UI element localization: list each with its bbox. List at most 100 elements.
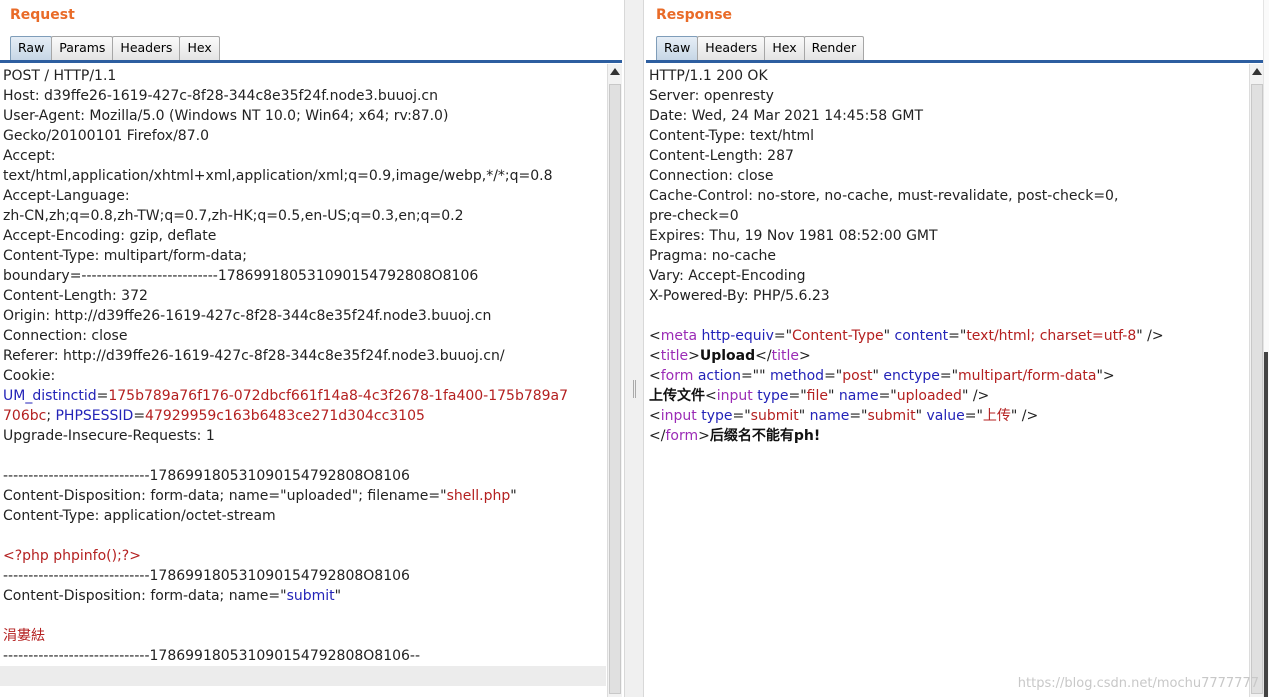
response-scrollbar[interactable] — [1249, 64, 1264, 697]
request-token: 涓婁紶 — [3, 628, 45, 644]
request-line: Content-Length: 372 — [3, 286, 606, 306]
request-token: UM_distinctid — [3, 388, 97, 404]
request-line: Content-Type: multipart/form-data; — [3, 246, 606, 266]
window-edge — [1263, 0, 1269, 697]
response-token: < — [649, 368, 661, 384]
response-token: Content-Length: 287 — [649, 148, 794, 164]
request-scroll-thumb[interactable] — [609, 84, 621, 694]
request-token: Gecko/20100101 Firefox/87.0 — [3, 128, 209, 144]
request-token: Host: d39ffe26-1619-427c-8f28-344c8e35f2… — [3, 88, 438, 104]
response-line: X-Powered-By: PHP/5.6.23 — [649, 286, 1248, 306]
response-line: <form action="" method="post" enctype="m… — [649, 366, 1248, 386]
request-line: Content-Disposition: form-data; name="up… — [3, 486, 606, 506]
response-token: name — [809, 408, 850, 424]
request-line: Referer: http://d39ffe26-1619-427c-8f28-… — [3, 346, 606, 366]
request-token: boundary=---------------------------1786… — [3, 268, 479, 284]
response-token: text/html; charset=utf-8 — [966, 328, 1137, 344]
response-token: pre-check=0 — [649, 208, 739, 224]
request-token: Connection: close — [3, 328, 128, 344]
request-line: POST / HTTP/1.1 — [3, 66, 606, 86]
request-token: submit — [286, 588, 335, 604]
request-line: Content-Disposition: form-data; name="su… — [3, 586, 606, 606]
response-token: method — [770, 368, 825, 384]
response-token: " /> — [1010, 408, 1039, 424]
response-line: Content-Length: 287 — [649, 146, 1248, 166]
response-token: multipart/form-data — [958, 368, 1097, 384]
response-token: submit — [867, 408, 916, 424]
request-token: " — [510, 488, 517, 504]
request-token: Accept: — [3, 148, 56, 164]
request-line: -----------------------------17869918053… — [3, 466, 606, 486]
response-title: Response — [656, 7, 733, 23]
response-token: type — [701, 408, 733, 424]
request-token: Cookie: — [3, 368, 56, 384]
request-scrollbar[interactable] — [607, 64, 622, 697]
request-token: Origin: http://d39ffe26-1619-427c-8f28-3… — [3, 308, 492, 324]
response-token: form — [660, 368, 694, 384]
scroll-up-arrow-icon[interactable] — [1252, 68, 1262, 75]
response-tab-render[interactable]: Render — [803, 36, 865, 60]
response-token: " /> — [1136, 328, 1164, 344]
response-token: Expires: Thu, 19 Nov 1981 08:52:00 GMT — [649, 228, 938, 244]
response-line: <input type="submit" name="submit" value… — [649, 406, 1248, 426]
request-line: Accept-Language: — [3, 186, 606, 206]
request-panel: Request Raw Params Headers Hex POST / HT… — [0, 0, 622, 697]
response-line: pre-check=0 — [649, 206, 1248, 226]
request-tab-headers[interactable]: Headers — [112, 36, 181, 60]
response-text[interactable]: HTTP/1.1 200 OK Server: openresty Date: We… — [646, 64, 1248, 446]
request-tab-params[interactable]: Params — [51, 36, 114, 60]
request-token: Content-Length: 372 — [3, 288, 148, 304]
response-editor[interactable]: HTTP/1.1 200 OK Server: openresty Date: We… — [646, 64, 1248, 697]
response-tab-headers[interactable]: Headers — [697, 36, 766, 60]
response-tab-raw[interactable]: Raw — [656, 36, 699, 60]
panel-splitter[interactable] — [624, 0, 644, 697]
response-token: name — [838, 388, 879, 404]
request-line: Gecko/20100101 Firefox/87.0 — [3, 126, 606, 146]
request-line — [3, 446, 606, 466]
response-line: <title>Upload</title> — [649, 346, 1248, 366]
splitter-grip-icon[interactable] — [633, 380, 636, 398]
response-token: file — [806, 388, 828, 404]
request-token: " — [334, 588, 342, 604]
response-tabs: Raw Headers Hex Render — [656, 36, 865, 60]
request-tab-hex[interactable]: Hex — [179, 36, 220, 60]
request-line: <?php phpinfo();?> — [3, 546, 606, 566]
response-scroll-thumb[interactable] — [1251, 84, 1263, 694]
request-token: shell.php — [446, 488, 511, 504]
request-token: Content-Disposition: form-data; name="up… — [3, 488, 447, 504]
response-line: Server: openresty — [649, 86, 1248, 106]
request-line: 706bc; PHPSESSID=47929959c163b6483ce271d… — [3, 406, 606, 426]
response-line: Content-Type: text/html — [649, 126, 1248, 146]
response-line: Pragma: no-cache — [649, 246, 1248, 266]
response-tab-hex[interactable]: Hex — [764, 36, 805, 60]
response-line: </form>后缀名不能有ph! — [649, 426, 1248, 446]
response-tab-rule — [646, 60, 1264, 63]
request-token: = — [133, 408, 146, 424]
request-line: Content-Type: application/octet-stream — [3, 506, 606, 526]
response-token: " — [798, 408, 810, 424]
request-line: Accept: — [3, 146, 606, 166]
response-token: HTTP/1.1 200 OK — [649, 68, 768, 84]
response-token: uploaded — [896, 388, 962, 404]
request-line — [3, 606, 606, 626]
request-tab-raw[interactable]: Raw — [10, 36, 53, 60]
response-line: Vary: Accept-Encoding — [649, 266, 1248, 286]
response-token: input — [660, 408, 697, 424]
response-token: " — [915, 408, 927, 424]
response-token: form — [665, 428, 699, 444]
response-token: type — [757, 388, 789, 404]
request-line: Host: d39ffe26-1619-427c-8f28-344c8e35f2… — [3, 86, 606, 106]
response-token: Content-Type — [792, 328, 884, 344]
request-token: zh-CN,zh;q=0.8,zh-TW;q=0.7,zh-HK;q=0.5,e… — [3, 208, 464, 224]
response-token: title — [660, 348, 689, 364]
response-line: Date: Wed, 24 Mar 2021 14:45:58 GMT — [649, 106, 1248, 126]
response-line: Expires: Thu, 19 Nov 1981 08:52:00 GMT — [649, 226, 1248, 246]
scroll-up-arrow-icon[interactable] — [610, 68, 620, 75]
request-text[interactable]: POST / HTTP/1.1 Host: d39ffe26-1619-427c-… — [0, 64, 606, 686]
response-token: Vary: Accept-Encoding — [649, 268, 806, 284]
request-line: Cookie: — [3, 366, 606, 386]
request-editor[interactable]: POST / HTTP/1.1 Host: d39ffe26-1619-427c-… — [0, 64, 606, 697]
response-token: < — [649, 328, 661, 344]
response-line: Connection: close — [649, 166, 1248, 186]
request-token: -----------------------------17869918053… — [3, 648, 421, 664]
